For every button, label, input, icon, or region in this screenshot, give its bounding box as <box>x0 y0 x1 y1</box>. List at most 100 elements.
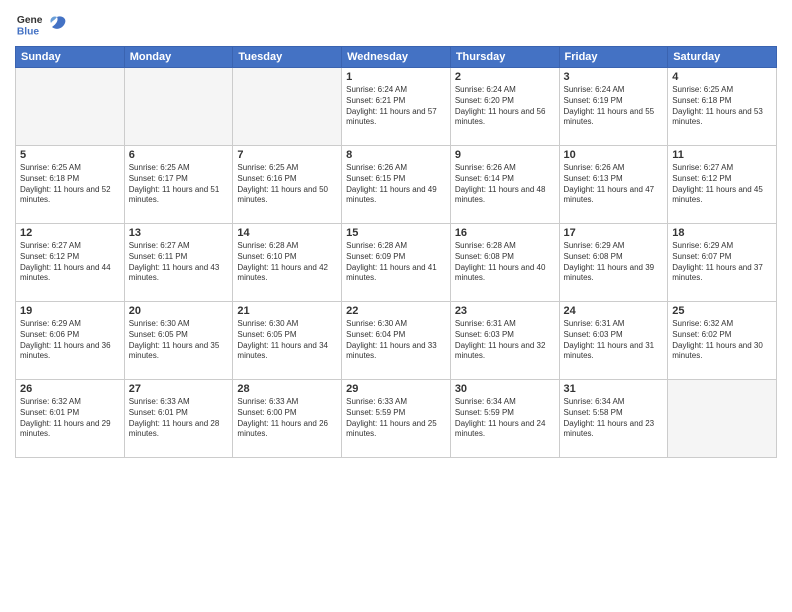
day-info: Sunrise: 6:26 AMSunset: 6:14 PMDaylight:… <box>455 163 555 206</box>
weekday-header-row: SundayMondayTuesdayWednesdayThursdayFrid… <box>16 47 777 68</box>
day-number: 14 <box>237 227 337 239</box>
header: General Blue <box>15 10 777 38</box>
day-cell: 3 Sunrise: 6:24 AMSunset: 6:19 PMDaylight… <box>559 68 668 146</box>
day-info: Sunrise: 6:24 AMSunset: 6:21 PMDaylight:… <box>346 85 446 128</box>
day-cell: 16 Sunrise: 6:28 AMSunset: 6:08 PMDayligh… <box>450 224 559 302</box>
day-cell: 31 Sunrise: 6:34 AMSunset: 5:58 PMDayligh… <box>559 380 668 458</box>
day-cell: 19 Sunrise: 6:29 AMSunset: 6:06 PMDayligh… <box>16 302 125 380</box>
weekday-header-sunday: Sunday <box>16 47 125 68</box>
day-info: Sunrise: 6:30 AMSunset: 6:04 PMDaylight:… <box>346 319 446 362</box>
day-info: Sunrise: 6:27 AMSunset: 6:12 PMDaylight:… <box>672 163 772 206</box>
day-cell: 1 Sunrise: 6:24 AMSunset: 6:21 PMDaylight… <box>342 68 451 146</box>
day-info: Sunrise: 6:24 AMSunset: 6:20 PMDaylight:… <box>455 85 555 128</box>
day-number: 28 <box>237 383 337 395</box>
day-cell: 23 Sunrise: 6:31 AMSunset: 6:03 PMDayligh… <box>450 302 559 380</box>
day-number: 29 <box>346 383 446 395</box>
week-row-3: 12Sunrise: 6:27 AMSunset: 6:12 PMDayligh… <box>16 224 777 302</box>
day-number: 16 <box>455 227 555 239</box>
day-cell: 17 Sunrise: 6:29 AMSunset: 6:08 PMDayligh… <box>559 224 668 302</box>
day-cell: 30 Sunrise: 6:34 AMSunset: 5:59 PMDayligh… <box>450 380 559 458</box>
day-info: Sunrise: 6:30 AMSunset: 6:05 PMDaylight:… <box>129 319 229 362</box>
calendar: SundayMondayTuesdayWednesdayThursdayFrid… <box>15 46 777 458</box>
day-info: Sunrise: 6:29 AMSunset: 6:07 PMDaylight:… <box>672 241 772 284</box>
day-cell: 2Sunrise: 6:24 AMSunset: 6:20 PMDaylight… <box>450 68 559 146</box>
day-cell: 26 Sunrise: 6:32 AMSunset: 6:01 PMDayligh… <box>16 380 125 458</box>
day-info: Sunrise: 6:25 AMSunset: 6:16 PMDaylight:… <box>237 163 337 206</box>
day-number: 19 <box>20 305 120 317</box>
weekday-header-tuesday: Tuesday <box>233 47 342 68</box>
day-info: Sunrise: 6:30 AMSunset: 6:05 PMDaylight:… <box>237 319 337 362</box>
day-number: 15 <box>346 227 446 239</box>
day-info: Sunrise: 6:28 AMSunset: 6:10 PMDaylight:… <box>237 241 337 284</box>
day-cell: 27Sunrise: 6:33 AMSunset: 6:01 PMDayligh… <box>124 380 233 458</box>
day-info: Sunrise: 6:34 AMSunset: 5:58 PMDaylight:… <box>564 397 664 440</box>
weekday-header-friday: Friday <box>559 47 668 68</box>
day-cell <box>668 380 777 458</box>
day-cell: 9 Sunrise: 6:26 AMSunset: 6:14 PMDaylight… <box>450 146 559 224</box>
day-number: 30 <box>455 383 555 395</box>
day-cell: 6Sunrise: 6:25 AMSunset: 6:17 PMDaylight… <box>124 146 233 224</box>
day-info: Sunrise: 6:28 AMSunset: 6:08 PMDaylight:… <box>455 241 555 284</box>
day-info: Sunrise: 6:25 AMSunset: 6:18 PMDaylight:… <box>672 85 772 128</box>
week-row-1: 1 Sunrise: 6:24 AMSunset: 6:21 PMDaylight… <box>16 68 777 146</box>
day-number: 13 <box>129 227 229 239</box>
weekday-header-thursday: Thursday <box>450 47 559 68</box>
logo-bird-icon <box>47 13 67 35</box>
day-cell: 20 Sunrise: 6:30 AMSunset: 6:05 PMDayligh… <box>124 302 233 380</box>
day-number: 21 <box>237 305 337 317</box>
day-info: Sunrise: 6:27 AMSunset: 6:11 PMDaylight:… <box>129 241 229 284</box>
day-cell <box>124 68 233 146</box>
day-cell <box>233 68 342 146</box>
day-number: 26 <box>20 383 120 395</box>
weekday-header-monday: Monday <box>124 47 233 68</box>
day-cell: 28 Sunrise: 6:33 AMSunset: 6:00 PMDayligh… <box>233 380 342 458</box>
day-cell: 22 Sunrise: 6:30 AMSunset: 6:04 PMDayligh… <box>342 302 451 380</box>
day-number: 3 <box>564 71 664 83</box>
weekday-header-wednesday: Wednesday <box>342 47 451 68</box>
day-info: Sunrise: 6:24 AMSunset: 6:19 PMDaylight:… <box>564 85 664 128</box>
day-number: 22 <box>346 305 446 317</box>
day-cell: 5Sunrise: 6:25 AMSunset: 6:18 PMDaylight… <box>16 146 125 224</box>
day-info: Sunrise: 6:33 AMSunset: 6:01 PMDaylight:… <box>129 397 229 440</box>
day-info: Sunrise: 6:31 AMSunset: 6:03 PMDaylight:… <box>564 319 664 362</box>
day-info: Sunrise: 6:29 AMSunset: 6:06 PMDaylight:… <box>20 319 120 362</box>
day-info: Sunrise: 6:33 AMSunset: 5:59 PMDaylight:… <box>346 397 446 440</box>
day-number: 25 <box>672 305 772 317</box>
day-number: 23 <box>455 305 555 317</box>
day-number: 17 <box>564 227 664 239</box>
day-number: 5 <box>20 149 120 161</box>
day-info: Sunrise: 6:32 AMSunset: 6:01 PMDaylight:… <box>20 397 120 440</box>
day-number: 1 <box>346 71 446 83</box>
day-cell: 29 Sunrise: 6:33 AMSunset: 5:59 PMDayligh… <box>342 380 451 458</box>
day-number: 8 <box>346 149 446 161</box>
day-number: 20 <box>129 305 229 317</box>
week-row-2: 5Sunrise: 6:25 AMSunset: 6:18 PMDaylight… <box>16 146 777 224</box>
day-number: 11 <box>672 149 772 161</box>
day-cell: 4Sunrise: 6:25 AMSunset: 6:18 PMDaylight… <box>668 68 777 146</box>
day-number: 7 <box>237 149 337 161</box>
day-cell: 11 Sunrise: 6:27 AMSunset: 6:12 PMDayligh… <box>668 146 777 224</box>
day-cell: 12Sunrise: 6:27 AMSunset: 6:12 PMDayligh… <box>16 224 125 302</box>
week-row-4: 19 Sunrise: 6:29 AMSunset: 6:06 PMDayligh… <box>16 302 777 380</box>
day-cell: 13 Sunrise: 6:27 AMSunset: 6:11 PMDayligh… <box>124 224 233 302</box>
day-cell: 24Sunrise: 6:31 AMSunset: 6:03 PMDayligh… <box>559 302 668 380</box>
day-info: Sunrise: 6:26 AMSunset: 6:15 PMDaylight:… <box>346 163 446 206</box>
day-info: Sunrise: 6:31 AMSunset: 6:03 PMDaylight:… <box>455 319 555 362</box>
day-info: Sunrise: 6:33 AMSunset: 6:00 PMDaylight:… <box>237 397 337 440</box>
day-cell: 7 Sunrise: 6:25 AMSunset: 6:16 PMDaylight… <box>233 146 342 224</box>
day-cell: 14 Sunrise: 6:28 AMSunset: 6:10 PMDayligh… <box>233 224 342 302</box>
day-cell <box>16 68 125 146</box>
logo-icon: General Blue <box>15 10 43 38</box>
day-info: Sunrise: 6:34 AMSunset: 5:59 PMDaylight:… <box>455 397 555 440</box>
day-cell: 21 Sunrise: 6:30 AMSunset: 6:05 PMDayligh… <box>233 302 342 380</box>
day-number: 10 <box>564 149 664 161</box>
day-number: 9 <box>455 149 555 161</box>
day-info: Sunrise: 6:29 AMSunset: 6:08 PMDaylight:… <box>564 241 664 284</box>
day-info: Sunrise: 6:32 AMSunset: 6:02 PMDaylight:… <box>672 319 772 362</box>
page: General Blue SundayMondayTuesdayWednesda… <box>0 0 792 612</box>
day-cell: 8 Sunrise: 6:26 AMSunset: 6:15 PMDaylight… <box>342 146 451 224</box>
day-number: 12 <box>20 227 120 239</box>
day-number: 31 <box>564 383 664 395</box>
day-number: 6 <box>129 149 229 161</box>
day-cell: 25 Sunrise: 6:32 AMSunset: 6:02 PMDayligh… <box>668 302 777 380</box>
